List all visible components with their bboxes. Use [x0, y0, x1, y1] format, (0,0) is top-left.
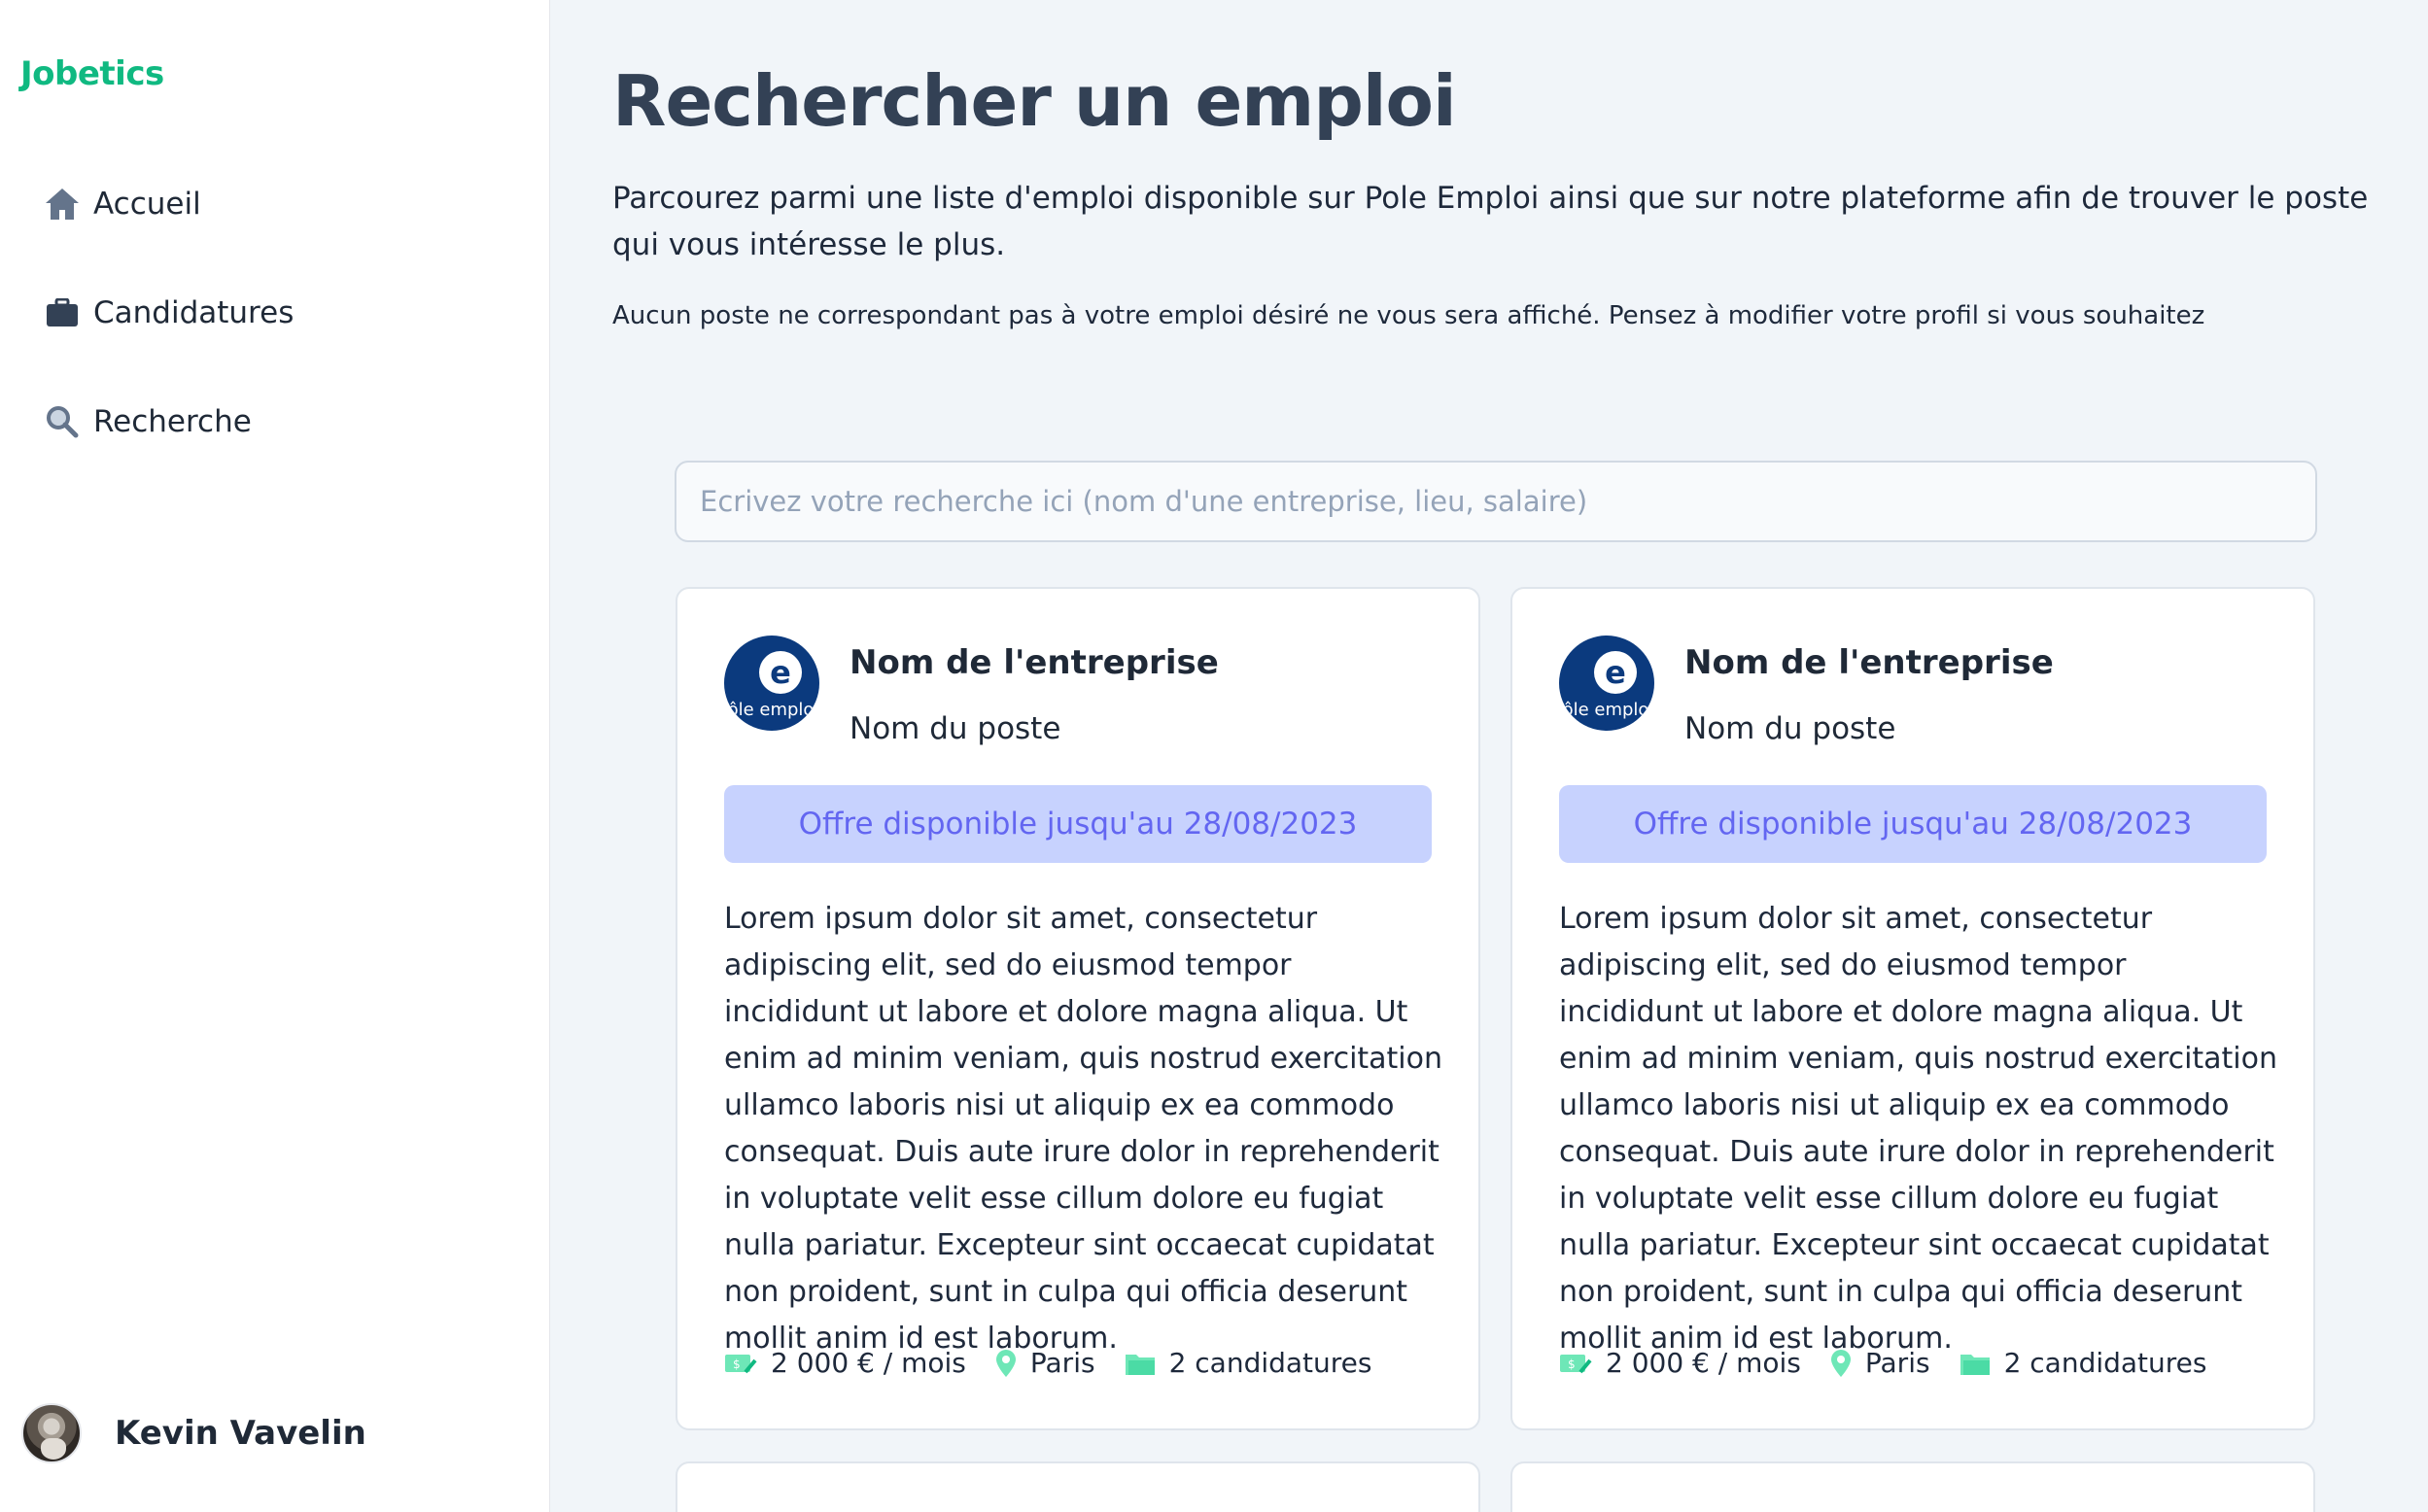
- applications-info: 2 candidatures: [1125, 1347, 1372, 1379]
- sidebar-item-label: Candidatures: [93, 295, 295, 330]
- page-intro: Parcourez parmi une liste d'emploi dispo…: [612, 181, 2369, 262]
- user-name: Kevin Vavelin: [115, 1414, 366, 1453]
- user-profile[interactable]: Kevin Vavelin: [21, 1403, 366, 1463]
- sidebar: Jobetics Accueil Candidatures Recherche …: [0, 0, 550, 1512]
- briefcase-icon: [43, 293, 82, 332]
- search-input[interactable]: [675, 461, 2317, 542]
- location-value: Paris: [1029, 1347, 1095, 1379]
- job-meta: $ 2 000 € / mois Paris 2 candidatures: [724, 1347, 1402, 1379]
- money-icon: $: [725, 1354, 757, 1373]
- job-card-partial[interactable]: [676, 1461, 1480, 1512]
- availability-badge: Offre disponible jusqu'au 28/08/2023: [1559, 785, 2267, 863]
- svg-text:e: e: [770, 654, 791, 691]
- home-icon: [43, 185, 82, 223]
- sidebar-item-candidatures[interactable]: Candidatures: [43, 284, 294, 342]
- salary-value: 2 000 € / mois: [1606, 1347, 1801, 1379]
- company-logo: e ôle emplo: [724, 636, 819, 731]
- avatar: [21, 1403, 82, 1463]
- salary-info: $ 2 000 € / mois: [724, 1347, 966, 1379]
- job-card[interactable]: e ôle emplo Nom de l'entreprise Nom du p…: [676, 587, 1480, 1430]
- map-pin-icon: [1830, 1349, 1851, 1377]
- job-card-partial[interactable]: [1510, 1461, 2315, 1512]
- job-description: Lorem ipsum dolor sit amet, consectetur …: [724, 902, 1443, 1356]
- svg-text:$: $: [1568, 1357, 1576, 1371]
- job-meta: $ 2 000 € / mois Paris 2 candidatures: [1559, 1347, 2237, 1379]
- svg-text:$: $: [733, 1357, 741, 1371]
- job-title: Nom du poste: [1684, 711, 1896, 746]
- folder-icon: [1960, 1354, 1990, 1375]
- sidebar-item-accueil[interactable]: Accueil: [43, 175, 201, 233]
- salary-info: $ 2 000 € / mois: [1559, 1347, 1801, 1379]
- money-icon: $: [1560, 1354, 1592, 1373]
- location-info: Paris: [995, 1347, 1095, 1379]
- job-description: Lorem ipsum dolor sit amet, consectetur …: [1559, 902, 2278, 1356]
- sidebar-item-recherche[interactable]: Recherche: [43, 393, 252, 451]
- job-title: Nom du poste: [850, 711, 1061, 746]
- applications-info: 2 candidatures: [1960, 1347, 2207, 1379]
- company-name: Nom de l'entreprise: [850, 643, 1219, 682]
- company-name: Nom de l'entreprise: [1684, 643, 2054, 682]
- location-value: Paris: [1864, 1347, 1930, 1379]
- location-info: Paris: [1830, 1347, 1930, 1379]
- sidebar-item-label: Accueil: [93, 187, 201, 222]
- page-note: Aucun poste ne correspondant pas à votre…: [612, 301, 2205, 330]
- applications-value: 2 candidatures: [1168, 1347, 1372, 1379]
- salary-value: 2 000 € / mois: [771, 1347, 966, 1379]
- search-icon: [43, 402, 82, 441]
- main-content: Rechercher un emploi Parcourez parmi une…: [550, 0, 2428, 1512]
- svg-text:e: e: [1605, 654, 1626, 691]
- availability-badge: Offre disponible jusqu'au 28/08/2023: [724, 785, 1432, 863]
- map-pin-icon: [995, 1349, 1016, 1377]
- logo-text: ôle emplo: [728, 700, 815, 720]
- job-card[interactable]: e ôle emplo Nom de l'entreprise Nom du p…: [1510, 587, 2315, 1430]
- page-title: Rechercher un emploi: [612, 60, 1457, 142]
- folder-icon: [1125, 1354, 1155, 1375]
- logo-text: ôle emplo: [1563, 700, 1649, 720]
- sidebar-item-label: Recherche: [93, 404, 252, 439]
- brand-logo[interactable]: Jobetics: [20, 54, 164, 93]
- company-logo: e ôle emplo: [1559, 636, 1654, 731]
- applications-value: 2 candidatures: [2003, 1347, 2207, 1379]
